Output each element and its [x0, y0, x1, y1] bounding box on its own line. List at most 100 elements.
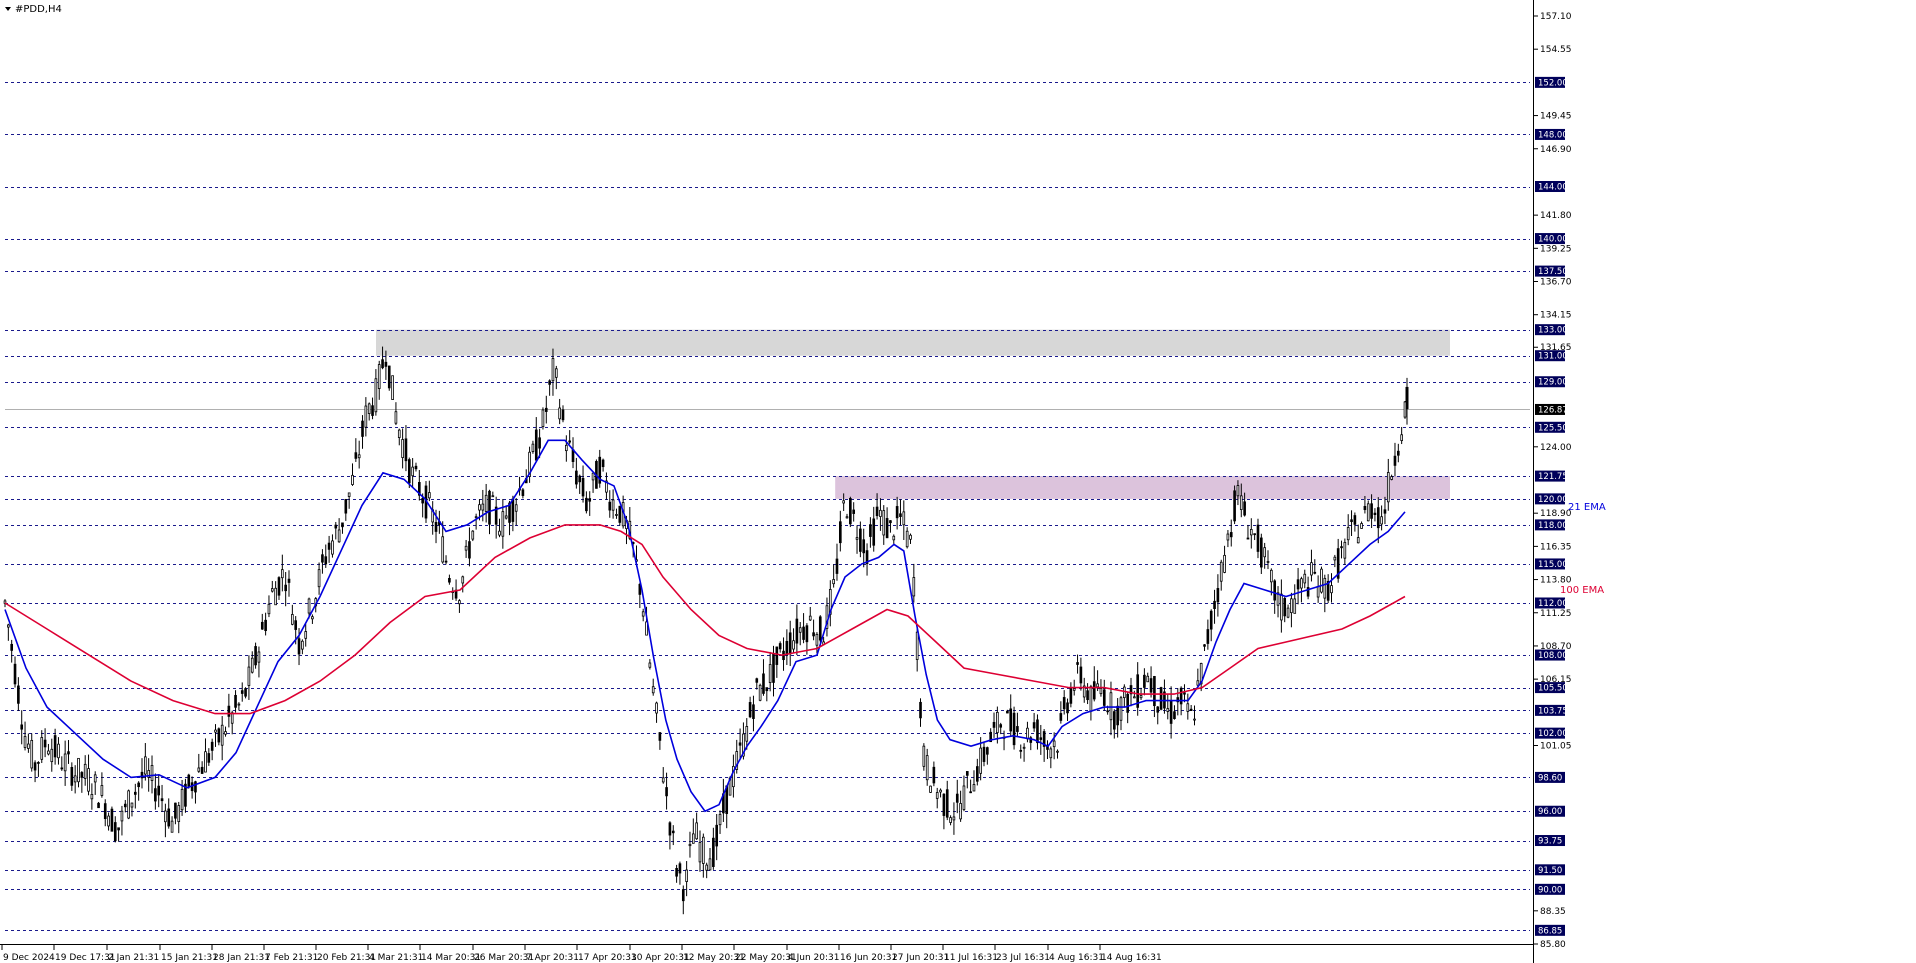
candle-body — [705, 864, 708, 871]
candle-body — [1253, 533, 1256, 536]
candle-body — [240, 690, 244, 694]
candle-body — [895, 506, 899, 519]
candle-body — [945, 789, 949, 818]
candle-body — [1189, 708, 1193, 712]
candle-body — [1270, 569, 1273, 583]
candle-body — [1186, 703, 1190, 712]
candle-body — [678, 863, 682, 874]
candle-body — [852, 509, 856, 514]
level-tag-label: 125.50 — [1538, 423, 1568, 433]
level-tag: 118.00 — [1535, 519, 1568, 531]
candle-body — [1323, 577, 1327, 599]
level-tag-label: 90.00 — [1538, 885, 1562, 895]
candle-body — [785, 640, 789, 656]
candle-body — [37, 762, 40, 764]
candle-body — [301, 640, 304, 650]
candle-body — [758, 684, 762, 701]
candle-body — [1012, 712, 1016, 746]
candle-body — [541, 409, 545, 427]
candle-body — [1383, 509, 1387, 514]
candle-body — [47, 750, 50, 755]
level-tag: 140.00 — [1535, 233, 1568, 245]
candle-body — [311, 616, 314, 620]
y-tick-label: 139.25 — [1540, 244, 1572, 254]
candle-body — [1133, 696, 1136, 699]
candle-body — [832, 579, 835, 585]
candle-body — [504, 515, 508, 519]
candle-body — [511, 498, 515, 522]
candle-body — [531, 443, 535, 452]
candle-body — [381, 359, 384, 369]
candle-body — [1102, 689, 1106, 706]
candle-body — [815, 633, 819, 646]
candle-body — [337, 529, 341, 543]
level-tag-label: 105.50 — [1538, 684, 1568, 694]
candle-body — [160, 798, 164, 802]
level-tag-label: 102.00 — [1538, 729, 1568, 739]
candle-body — [922, 745, 926, 767]
candle-body — [1146, 675, 1150, 683]
candle-body — [765, 687, 769, 692]
candle-body — [97, 802, 100, 809]
candle-body — [715, 824, 719, 847]
candle-body — [641, 611, 645, 617]
price-chart[interactable]: 157.10 154.55 149.45 146.90 141.80 139.25 136.… — [0, 0, 1916, 963]
candle-body — [1296, 579, 1300, 590]
candle-body — [200, 766, 204, 774]
candle — [922, 743, 926, 771]
candle-body — [1290, 598, 1293, 614]
candle-body — [1059, 713, 1063, 721]
candle-body — [194, 781, 197, 793]
candle-body — [481, 503, 485, 511]
candle-body — [107, 815, 110, 827]
candle-body — [1072, 688, 1076, 691]
candle-body — [805, 625, 809, 643]
candle-body — [1356, 537, 1360, 544]
ema21-annotation: 21 EMA — [1568, 502, 1606, 513]
candle-body — [702, 836, 705, 864]
candle-body — [1320, 568, 1323, 593]
candle-body — [554, 368, 558, 378]
candle-body — [284, 584, 287, 592]
candle-body — [377, 364, 381, 389]
candle-body — [665, 787, 668, 797]
candle-body — [374, 378, 378, 413]
candle-body — [986, 747, 989, 755]
current-price-tag-label: 126.87 — [1538, 405, 1568, 415]
candle-body — [1126, 693, 1129, 713]
candle-body — [207, 753, 211, 763]
candle-body — [1119, 697, 1123, 721]
candle-body — [267, 603, 271, 615]
candle-body — [558, 407, 561, 420]
candle-body — [698, 842, 702, 863]
candle-body — [521, 489, 525, 496]
y-tick-label: 111.25 — [1540, 609, 1572, 619]
candle-body — [935, 792, 939, 799]
candle — [254, 642, 257, 669]
candle-body — [812, 632, 815, 637]
x-tick-label: 14 Mar 20:31 — [421, 953, 481, 963]
candle-body — [1249, 529, 1253, 536]
candle-body — [1397, 450, 1400, 456]
candle-body — [872, 518, 876, 546]
candle-body — [1280, 593, 1283, 621]
level-tag-label: 98.60 — [1538, 773, 1562, 783]
zone-breakout — [835, 476, 1450, 499]
candle-body — [117, 827, 120, 831]
candle-body — [1286, 607, 1290, 618]
candle-body — [1196, 680, 1200, 686]
candle-body — [70, 766, 74, 786]
x-tick-label: 4 Aug 16:31 — [1049, 953, 1104, 963]
level-tag-label: 91.50 — [1538, 866, 1562, 876]
candle-body — [1019, 749, 1023, 752]
candle-body — [137, 782, 140, 788]
x-tick-label: 4 Mar 21:31 — [369, 953, 423, 963]
candle-body — [762, 673, 765, 694]
level-tag: 137.50 — [1535, 265, 1568, 277]
level-tag: 98.60 — [1535, 771, 1565, 783]
candle-body — [150, 765, 154, 781]
candle-body — [260, 621, 264, 630]
candle-body — [397, 429, 401, 438]
candle-body — [304, 631, 308, 639]
y-tick-label: 124.00 — [1540, 443, 1572, 453]
